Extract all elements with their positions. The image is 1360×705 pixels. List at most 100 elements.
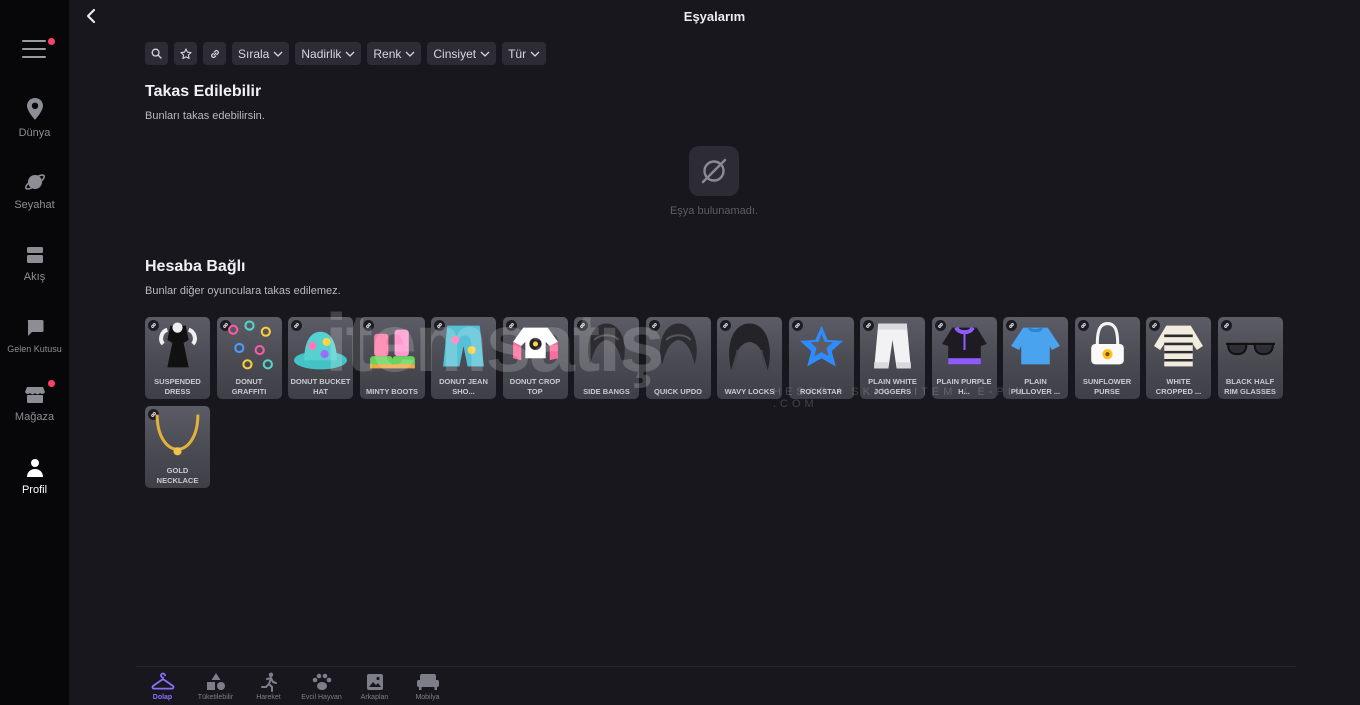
tab-backgrounds[interactable]: Arkaplan	[348, 672, 401, 701]
item-hairlong-image	[729, 323, 770, 371]
item-name: SUSPENDED DRESS	[154, 377, 201, 396]
item-card[interactable]: DONUT JEAN SHO...	[431, 317, 496, 399]
item-hair-image	[588, 323, 625, 365]
item-boots-image	[369, 329, 415, 369]
bound-filter-button[interactable]	[203, 42, 226, 65]
person-icon	[26, 459, 43, 477]
favorites-button[interactable]	[174, 42, 197, 65]
sidebar-item-shop[interactable]: Mağaza	[0, 385, 69, 423]
item-dress-image	[159, 322, 197, 368]
sidebar-item-label: Akış	[23, 271, 46, 283]
item-card[interactable]: SUSPENDED DRESS	[145, 317, 210, 399]
item-hoodie-image	[941, 326, 987, 365]
tab-label: Mobilya	[415, 694, 440, 701]
item-sweater-image	[1154, 325, 1203, 367]
menu-button[interactable]	[22, 40, 46, 62]
item-card[interactable]: DONUT CROP TOP	[502, 317, 568, 399]
sidebar-item-profile[interactable]: Profil	[0, 458, 69, 496]
item-name: WHITE CROPPED ...	[1155, 377, 1202, 396]
item-card[interactable]: SIDE BANGS	[574, 317, 639, 399]
search-button[interactable]	[145, 42, 168, 65]
item-name: PLAIN PULLOVER ...	[1010, 377, 1061, 396]
tab-pets[interactable]: Evcil Hayvan	[295, 672, 348, 701]
map-pin-icon	[26, 98, 43, 120]
tab-emotes[interactable]: Hareket	[242, 672, 295, 701]
item-name: DONUT BUCKET HAT	[290, 377, 351, 396]
filter-bar: Sırala Nadirlik Renk Cinsiyet Tür	[145, 42, 547, 65]
item-joggers-image	[874, 323, 911, 369]
item-card[interactable]: ROCKSTAR	[788, 317, 854, 399]
item-name: DONUT GRAFFITI	[231, 377, 267, 396]
bottom-divider	[136, 666, 1296, 667]
tab-consumables[interactable]: Tüketilebilir	[189, 672, 242, 701]
sidebar-item-label: Profil	[21, 484, 48, 496]
item-name: DONUT JEAN SHO...	[439, 377, 488, 396]
item-name: ROCKSTAR	[800, 386, 842, 396]
item-card[interactable]: QUICK UPDO	[645, 317, 711, 399]
shop-notification-dot	[48, 380, 55, 387]
item-name: PLAIN WHITE JOGGERS	[868, 377, 917, 396]
type-label: Tür	[508, 46, 527, 61]
gender-label: Cinsiyet	[433, 46, 477, 61]
item-grid: SUSPENDED DRESS DONUT GRAFFITI DONUT BUCKE…	[145, 317, 1295, 488]
tradable-section-title: Takas Edilebilir	[145, 83, 262, 100]
chevron-down-icon	[345, 51, 355, 57]
item-card[interactable]: PLAIN WHITE JOGGERS	[860, 317, 925, 399]
sidebar-item-feed[interactable]: Akış	[0, 245, 69, 283]
rarity-dropdown[interactable]: Nadirlik	[295, 42, 362, 65]
sidebar-item-label: Mağaza	[14, 411, 55, 423]
item-hat-image	[294, 331, 347, 370]
item-name: WAVY LOCKS	[724, 386, 775, 396]
item-card[interactable]: GOLD NECKLACE	[145, 406, 210, 488]
item-graffiti-image	[227, 320, 273, 370]
item-card[interactable]: WHITE CROPPED ...	[1146, 317, 1211, 399]
gender-dropdown[interactable]: Cinsiyet	[427, 42, 497, 65]
item-name: BLACK HALF RIM GLASSES	[1224, 377, 1276, 396]
tab-label: Dolap	[152, 694, 173, 701]
empty-state-icon	[689, 146, 739, 196]
chevron-down-icon	[530, 51, 540, 57]
sidebar-item-inbox[interactable]: Gelen Kutusu	[0, 318, 69, 354]
item-glasses-image	[1225, 342, 1275, 356]
menu-notification-dot	[48, 38, 55, 45]
empty-state-text: Eşya bulunamadı.	[669, 205, 759, 217]
item-card[interactable]: DONUT BUCKET HAT	[288, 317, 353, 399]
sort-dropdown[interactable]: Sırala	[232, 42, 290, 65]
item-card[interactable]: WAVY LOCKS	[717, 317, 782, 399]
sidebar-item-label: Dünya	[18, 127, 51, 139]
item-name: MINTY BOOTS	[366, 386, 418, 396]
item-card[interactable]: MINTY BOOTS	[359, 317, 425, 399]
tab-wardrobe[interactable]: Dolap	[136, 672, 189, 701]
sidebar-item-label: Gelen Kutusu	[7, 344, 62, 354]
shapes-icon	[206, 673, 225, 690]
item-necklace-image	[155, 414, 200, 456]
planet-icon	[24, 174, 45, 190]
item-name: GOLD NECKLACE	[156, 466, 199, 485]
type-dropdown[interactable]: Tür	[502, 42, 547, 65]
paw-icon	[312, 673, 331, 690]
star-icon	[179, 47, 192, 59]
color-dropdown[interactable]: Renk	[367, 42, 422, 65]
item-card[interactable]: PLAIN PULLOVER ...	[1003, 317, 1068, 399]
link-icon	[210, 49, 219, 58]
item-star-image	[799, 325, 843, 367]
item-card[interactable]: BLACK HALF RIM GLASSES	[1217, 317, 1283, 399]
tradable-section-subtitle: Bunları takas edebilirsin.	[145, 110, 265, 122]
item-card[interactable]: SUNFLOWER PURSE	[1074, 317, 1140, 399]
item-card[interactable]: PLAIN PURPLE H...	[931, 317, 997, 399]
item-name: QUICK UPDO	[654, 386, 702, 396]
sidebar-item-world[interactable]: Dünya	[0, 97, 69, 139]
tab-label: Evcil Hayvan	[301, 694, 342, 701]
sidebar-item-travel[interactable]: Seyahat	[0, 171, 69, 211]
feed-icon	[26, 247, 43, 263]
running-icon	[260, 672, 277, 692]
tab-furniture[interactable]: Mobilya	[401, 672, 454, 701]
item-shorts-image	[443, 325, 484, 367]
search-icon	[151, 48, 162, 59]
tab-label: Arkaplan	[360, 694, 389, 701]
item-card[interactable]: DONUT GRAFFITI	[216, 317, 282, 399]
sidebar: Dünya Seyahat Akış Gelen Kutusu Mağaza P…	[0, 0, 69, 705]
color-label: Renk	[373, 46, 402, 61]
rarity-label: Nadirlik	[301, 46, 342, 61]
item-name: SIDE BANGS	[583, 386, 630, 396]
